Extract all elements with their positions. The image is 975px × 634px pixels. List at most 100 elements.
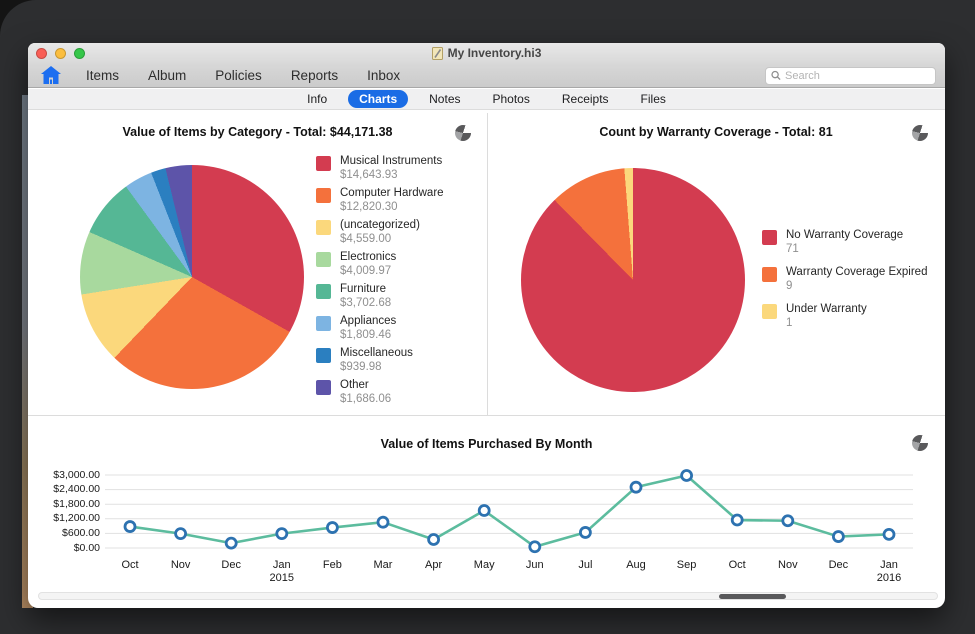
chart-title-category: Value of Items by Category - Total: $44,…: [28, 125, 487, 139]
legend-item: Miscellaneous$939.98: [316, 347, 444, 374]
close-window-button[interactable]: [36, 48, 47, 59]
legend-text: Furniture$3,702.68: [340, 283, 391, 310]
data-point: [125, 522, 135, 532]
legend-item: Furniture$3,702.68: [316, 283, 444, 310]
toolbar-menu: Items Album Policies Reports Inbox: [86, 68, 400, 83]
legend-value: $3,702.68: [340, 297, 391, 310]
x-axis-label: Nov: [156, 559, 206, 572]
legend-item: Warranty Coverage Expired9: [762, 266, 927, 293]
legend-label: Computer Hardware: [340, 187, 444, 200]
tab-bar: Info Charts Notes Photos Receipts Files: [28, 89, 945, 110]
data-point: [327, 523, 337, 533]
legend-value: $1,686.06: [340, 393, 391, 406]
legend-value: 1: [786, 317, 867, 330]
legend-item: (uncategorized)$4,559.00: [316, 219, 444, 246]
data-point: [226, 538, 236, 548]
tab-receipts[interactable]: Receipts: [551, 90, 620, 108]
window-title: My Inventory.hi3: [448, 46, 542, 60]
data-point: [378, 517, 388, 527]
legend-value: 71: [786, 243, 903, 256]
legend-value: $14,643.93: [340, 169, 442, 182]
legend-value: $939.98: [340, 361, 413, 374]
legend-text: Other$1,686.06: [340, 379, 391, 406]
legend-label: Furniture: [340, 283, 391, 296]
x-axis-label: Jul: [560, 559, 610, 572]
window-title-wrap: My Inventory.hi3: [28, 46, 945, 60]
line-series: [130, 475, 889, 546]
tab-info[interactable]: Info: [296, 90, 338, 108]
data-point: [580, 527, 590, 537]
legend-label: Other: [340, 379, 391, 392]
legend-swatch: [316, 252, 331, 267]
data-point: [682, 470, 692, 480]
x-axis-label: Dec: [813, 559, 863, 572]
section-divider: [28, 415, 945, 416]
x-axis-label: Sep: [662, 559, 712, 572]
data-point: [884, 529, 894, 539]
zoom-window-button[interactable]: [74, 48, 85, 59]
y-axis-label: $3,000.00: [28, 469, 100, 481]
legend-category: Musical Instruments$14,643.93 Computer Ha…: [316, 155, 444, 406]
legend-value: $4,559.00: [340, 233, 420, 246]
legend-swatch: [762, 267, 777, 282]
minimize-window-button[interactable]: [55, 48, 66, 59]
search-input[interactable]: [785, 70, 930, 82]
data-point: [631, 482, 641, 492]
scrollbar-thumb[interactable]: [719, 594, 786, 600]
tab-files[interactable]: Files: [630, 90, 677, 108]
data-point: [277, 529, 287, 539]
legend-text: Musical Instruments$14,643.93: [340, 155, 442, 182]
data-point: [783, 516, 793, 526]
legend-item: Under Warranty1: [762, 303, 927, 330]
legend-text: Warranty Coverage Expired9: [786, 266, 927, 293]
home-icon[interactable]: [40, 65, 62, 85]
legend-swatch: [316, 316, 331, 331]
legend-label: Under Warranty: [786, 303, 867, 316]
titlebar[interactable]: My Inventory.hi3: [28, 43, 945, 63]
legend-swatch: [316, 284, 331, 299]
legend-text: Computer Hardware$12,820.30: [340, 187, 444, 214]
x-axis-label: Jan2015: [257, 559, 307, 585]
toolbar-item-reports[interactable]: Reports: [291, 68, 338, 83]
x-axis-label: Apr: [409, 559, 459, 572]
toolbar-item-inbox[interactable]: Inbox: [367, 68, 400, 83]
legend-value: $4,009.97: [340, 265, 396, 278]
data-point: [530, 542, 540, 552]
legend-value: $12,820.30: [340, 201, 444, 214]
pie-chart-icon: [455, 125, 471, 141]
y-axis-label: $1,800.00: [28, 498, 100, 510]
data-point: [479, 506, 489, 516]
line-chart: [28, 463, 945, 563]
tab-charts[interactable]: Charts: [348, 90, 408, 108]
legend-label: Miscellaneous: [340, 347, 413, 360]
chart-title-monthly: Value of Items Purchased By Month: [28, 437, 945, 451]
legend-item: No Warranty Coverage71: [762, 229, 927, 256]
legend-label: (uncategorized): [340, 219, 420, 232]
app-window: My Inventory.hi3 Items Album Policies Repor…: [28, 43, 945, 608]
tab-notes[interactable]: Notes: [418, 90, 471, 108]
pie-chart-category: [80, 165, 304, 389]
horizontal-scrollbar[interactable]: [38, 592, 938, 600]
x-axis-label: Oct: [712, 559, 762, 572]
legend-swatch: [316, 156, 331, 171]
legend-text: Appliances$1,809.46: [340, 315, 396, 342]
tab-photos[interactable]: Photos: [482, 90, 541, 108]
legend-label: Warranty Coverage Expired: [786, 266, 927, 279]
legend-item: Musical Instruments$14,643.93: [316, 155, 444, 182]
x-axis-label: Oct: [105, 559, 155, 572]
x-axis-label: Nov: [763, 559, 813, 572]
legend-swatch: [762, 304, 777, 319]
legend-text: (uncategorized)$4,559.00: [340, 219, 420, 246]
toolbar-item-items[interactable]: Items: [86, 68, 119, 83]
toolbar-item-policies[interactable]: Policies: [215, 68, 262, 83]
x-axis-label: Aug: [611, 559, 661, 572]
panel-divider: [487, 113, 488, 415]
legend-value: $1,809.46: [340, 329, 396, 342]
search-field[interactable]: [765, 67, 936, 85]
legend-text: Under Warranty1: [786, 303, 867, 330]
x-axis-label: May: [459, 559, 509, 572]
toolbar-item-album[interactable]: Album: [148, 68, 186, 83]
legend-value: 9: [786, 280, 927, 293]
legend-text: Electronics$4,009.97: [340, 251, 396, 278]
y-axis-label: $1,200.00: [28, 512, 100, 524]
